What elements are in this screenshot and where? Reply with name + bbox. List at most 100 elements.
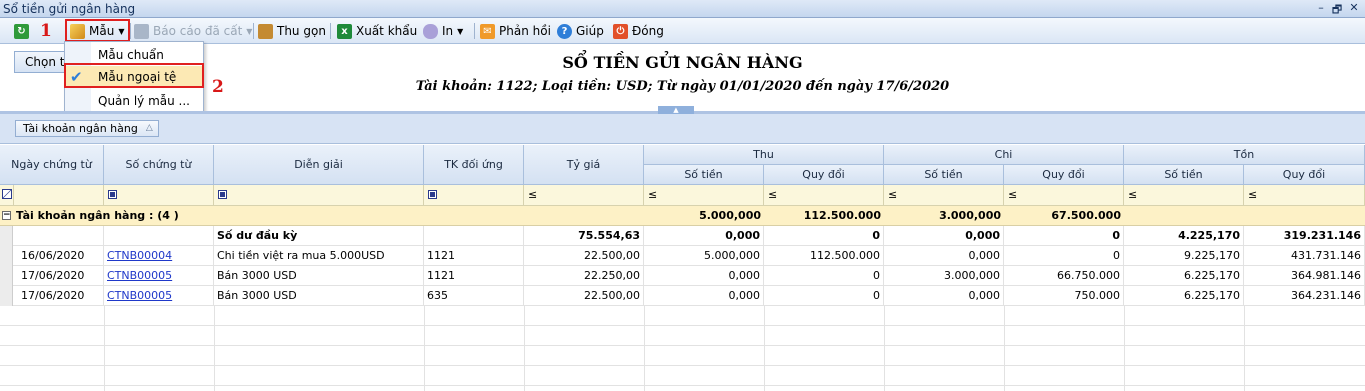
filter-dien-giai[interactable] — [214, 185, 424, 205]
col-group-ton: Tồn — [1124, 145, 1365, 165]
table-row[interactable]: 16/06/2020 CTNB00004 Chi tiền việt ra mu… — [0, 246, 1365, 266]
dong-label: Đóng — [632, 24, 664, 38]
excel-icon: x — [337, 23, 352, 39]
thu-gon-button[interactable]: Thu gọn — [258, 21, 326, 41]
cell-ty-gia: 22.500,00 — [524, 246, 644, 266]
col-group-chi: Chi — [884, 145, 1124, 165]
filter-ty-gia[interactable]: ≤ — [524, 185, 644, 205]
giup-button[interactable]: ? Giúp — [557, 21, 604, 41]
cell-so-ct[interactable] — [104, 226, 214, 246]
filter-chi-quy-doi[interactable]: ≤ — [1004, 185, 1124, 205]
grid-line — [764, 306, 765, 391]
collapse-icon — [258, 23, 273, 39]
cell-chi-so-tien: 3.000,000 — [884, 266, 1004, 286]
phan-hoi-label: Phản hồi — [499, 24, 551, 38]
grid-line — [1004, 306, 1005, 391]
toolbar-separator — [330, 23, 331, 39]
col-ton-quy-doi[interactable]: Quy đổi — [1244, 165, 1365, 185]
filter-op-icon[interactable] — [218, 190, 227, 199]
empty-row — [0, 326, 1365, 346]
col-thu-quy-doi[interactable]: Quy đổi — [764, 165, 884, 185]
col-ngay-chung-tu[interactable]: Ngày chứng từ — [0, 145, 104, 185]
toolbar: ↻ Mẫu ▼ Báo cáo đã cất ▼ Thu gọn x Xuất … — [0, 18, 1365, 44]
col-tk-doi-ung[interactable]: TK đối ứng — [424, 145, 524, 185]
filter-op-icon[interactable] — [428, 190, 437, 199]
group-chi-quy-doi: 67.500.000 — [1051, 209, 1121, 222]
grid-line — [1244, 306, 1245, 391]
help-icon: ? — [557, 23, 572, 39]
filter-row: ≤ ≤ ≤ ≤ ≤ ≤ ≤ — [0, 185, 1365, 206]
window-titlebar: Sổ tiền gửi ngân hàng – 🗗 ✕ — [0, 0, 1365, 18]
cell-ty-gia: 22.250,00 — [524, 266, 644, 286]
refresh-button[interactable]: ↻ — [14, 21, 29, 41]
collapse-group-icon[interactable]: − — [2, 211, 11, 220]
phan-hoi-button[interactable]: ✉ Phản hồi — [480, 21, 551, 41]
col-chi-so-tien[interactable]: Số tiền — [884, 165, 1004, 185]
filter-ton-quy-doi[interactable]: ≤ — [1244, 185, 1365, 205]
grid-line — [424, 306, 425, 391]
group-chip-label: Tài khoản ngân hàng — [23, 122, 138, 135]
filter-tk[interactable] — [424, 185, 524, 205]
group-row[interactable]: − Tài khoản ngân hàng : (4 ) 5.000,000 1… — [0, 206, 1365, 226]
col-group-thu: Thu — [644, 145, 884, 165]
xuat-khau-label: Xuất khẩu — [356, 24, 418, 38]
cell-ngay: 17/06/2020 — [13, 286, 104, 306]
table-row[interactable]: Số dư đầu kỳ 75.554,63 0,000 0 0,000 0 4… — [0, 226, 1365, 246]
minimize-button[interactable]: – — [1314, 1, 1328, 14]
filter-thu-so-tien[interactable]: ≤ — [644, 185, 764, 205]
filter-thu-quy-doi[interactable]: ≤ — [764, 185, 884, 205]
xuat-khau-button[interactable]: x Xuất khẩu — [337, 21, 417, 41]
cell-thu-quy-doi: 0 — [764, 286, 884, 306]
col-so-chung-tu[interactable]: Số chứng từ — [104, 145, 214, 185]
cell-ty-gia: 22.500,00 — [524, 286, 644, 306]
collapse-up-icon[interactable]: ▲ — [658, 106, 694, 114]
filter-icon — [2, 189, 12, 199]
cell-so-ct[interactable]: CTNB00005 — [104, 286, 214, 306]
filter-so-ct[interactable] — [104, 185, 214, 205]
window-title: Sổ tiền gửi ngân hàng — [3, 2, 136, 16]
grid-line — [644, 306, 645, 391]
toolbar-separator — [253, 23, 254, 39]
cell-ton-so-tien: 4.225,170 — [1124, 226, 1244, 246]
cell-chi-quy-doi: 0 — [1004, 246, 1124, 266]
bao-cao-da-cat-button[interactable]: Báo cáo đã cất ▼ — [134, 21, 252, 41]
grid-line — [884, 306, 885, 391]
refresh-icon: ↻ — [14, 23, 29, 39]
report-title: SỔ TIỀN GỬI NGÂN HÀNG — [562, 53, 803, 72]
cell-ton-quy-doi: 364.231.146 — [1244, 286, 1365, 306]
filter-ngay[interactable] — [14, 185, 104, 205]
cell-chi-quy-doi: 0 — [1004, 226, 1124, 246]
table-row[interactable]: 17/06/2020 CTNB00005 Bán 3000 USD 635 22… — [0, 286, 1365, 306]
col-chi-quy-doi[interactable]: Quy đổi — [1004, 165, 1124, 185]
close-window-button[interactable]: ✕ — [1347, 1, 1361, 14]
dong-button[interactable]: ⏻ Đóng — [613, 21, 664, 41]
col-ton-so-tien[interactable]: Số tiền — [1124, 165, 1244, 185]
col-ty-gia[interactable]: Tỷ giá — [524, 145, 644, 185]
sort-asc-icon: △ — [145, 123, 153, 133]
empty-row — [0, 366, 1365, 386]
filter-ton-so-tien[interactable]: ≤ — [1124, 185, 1244, 205]
cell-chi-quy-doi: 66.750.000 — [1004, 266, 1124, 286]
table-row[interactable]: 17/06/2020 CTNB00005 Bán 3000 USD 1121 2… — [0, 266, 1365, 286]
empty-row — [0, 306, 1365, 326]
group-thu-quy-doi: 112.500.000 — [803, 209, 881, 222]
col-dien-giai[interactable]: Diễn giải — [214, 145, 424, 185]
cell-ton-quy-doi: 319.231.146 — [1244, 226, 1365, 246]
col-thu-so-tien[interactable]: Số tiền — [644, 165, 764, 185]
chon-button[interactable]: Chọn th — [14, 51, 68, 73]
grid-line — [524, 306, 525, 391]
in-button[interactable]: In ▼ — [423, 21, 463, 41]
group-chip-tai-khoan[interactable]: Tài khoản ngân hàng △ — [15, 120, 159, 137]
cell-so-ct[interactable]: CTNB00005 — [104, 266, 214, 286]
row-indicator — [0, 266, 13, 286]
step-number-1: 1 — [40, 21, 52, 41]
cell-dien-giai: Chi tiền việt ra mua 5.000USD — [214, 246, 424, 266]
cell-dien-giai: Bán 3000 USD — [214, 266, 424, 286]
cell-tk: 1121 — [424, 266, 524, 286]
filter-chi-so-tien[interactable]: ≤ — [884, 185, 1004, 205]
menu-item-quan-ly-mau[interactable]: Quản lý mẫu ... — [65, 90, 203, 112]
cell-so-ct[interactable]: CTNB00004 — [104, 246, 214, 266]
giup-label: Giúp — [576, 24, 604, 38]
filter-op-icon[interactable] — [108, 190, 117, 199]
cell-ton-quy-doi: 364.981.146 — [1244, 266, 1365, 286]
